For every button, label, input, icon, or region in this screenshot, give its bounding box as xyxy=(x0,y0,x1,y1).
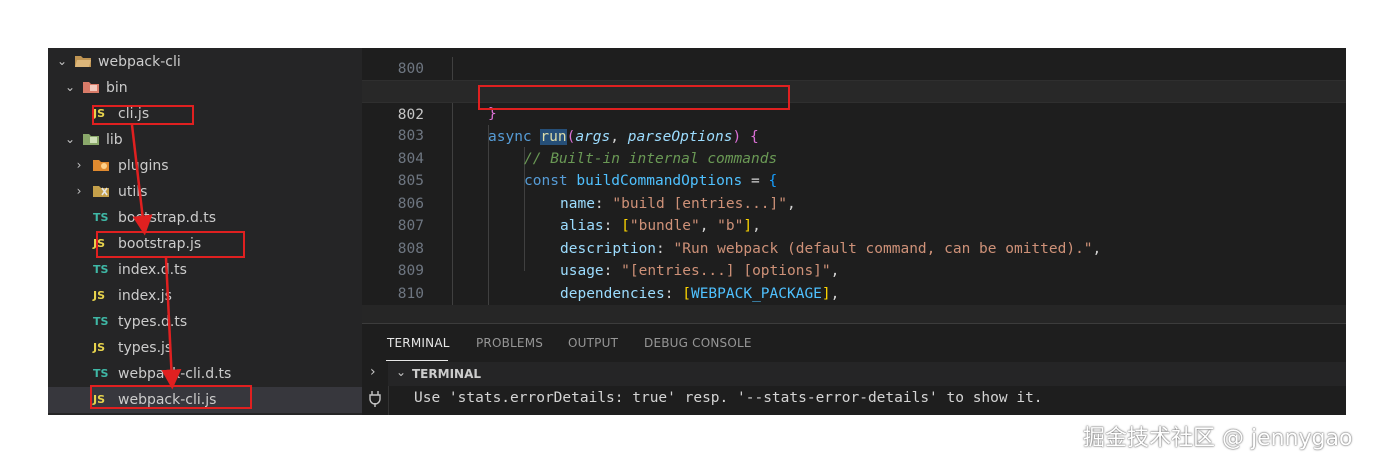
arrow-bootstrap-to-webpack-cli xyxy=(161,257,182,390)
arrow-cli-to-bootstrap xyxy=(130,124,153,236)
annotation-arrows xyxy=(130,124,182,390)
vscode-screenshot: ⌄ webpack-cli ⌄ bin JS cli.js ⌄ lib › pl… xyxy=(48,48,1346,415)
watermark: 掘金技术社区 @ jennygao xyxy=(1083,426,1353,451)
